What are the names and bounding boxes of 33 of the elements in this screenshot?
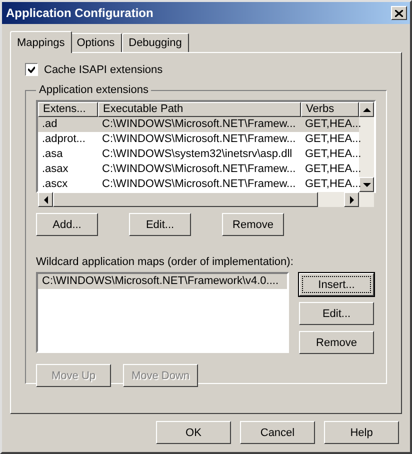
up-arrow-icon — [362, 106, 370, 112]
tab[interactable]: Options — [70, 33, 122, 52]
column-header[interactable]: Verbs — [301, 102, 359, 117]
tab[interactable]: Debugging — [122, 33, 189, 52]
close-button[interactable] — [391, 6, 407, 20]
window-title: Application Configuration — [6, 6, 154, 20]
button[interactable]: Help — [324, 421, 399, 444]
button[interactable]: Add... — [36, 213, 98, 236]
button[interactable]: Edit... — [129, 213, 191, 236]
right-arrow-icon — [348, 196, 354, 204]
scrollbar[interactable] — [359, 102, 374, 192]
column-header[interactable]: Executable Path — [98, 102, 301, 117]
column-header[interactable]: Extens... — [38, 102, 98, 117]
table-cell[interactable]: C:\WINDOWS\Microsoft.NET\Framew... — [98, 117, 301, 132]
button[interactable]: Cancel — [240, 421, 315, 444]
close-icon — [395, 10, 403, 16]
wildcard-label: Wildcard application maps (order of implementation): — [36, 256, 294, 268]
group-title: Application extensions — [38, 84, 150, 96]
tab[interactable]: Mappings — [10, 31, 72, 53]
button[interactable]: Remove — [299, 331, 374, 354]
table-cell[interactable]: .ad — [38, 117, 98, 132]
table-cell[interactable]: GET,HEA... — [301, 117, 359, 132]
horizontal-scrollbar[interactable] — [38, 192, 374, 207]
check-icon — [28, 66, 35, 73]
down-arrow-icon — [362, 182, 370, 188]
button[interactable]: Edit... — [299, 302, 374, 325]
checkbox[interactable] — [25, 63, 38, 76]
checkbox-label: Cache ISAPI extensions — [44, 64, 163, 76]
button[interactable]: Remove — [222, 213, 284, 236]
button[interactable]: OK — [156, 421, 231, 444]
button[interactable]: Insert... — [299, 273, 374, 296]
list-item[interactable]: C:\WINDOWS\Microsoft.NET\Framework\v4.0.... — [38, 274, 287, 289]
left-arrow-icon — [42, 196, 48, 204]
